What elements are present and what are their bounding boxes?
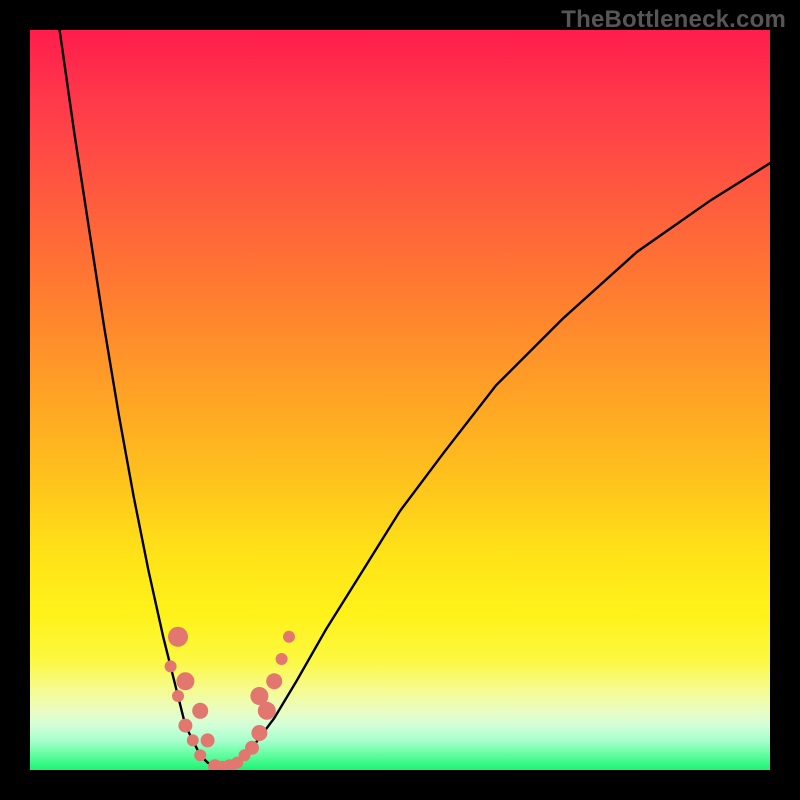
data-point [192,703,208,719]
watermark-label: TheBottleneck.com [561,6,786,34]
data-point [201,733,215,747]
data-point [283,631,295,643]
data-point [245,741,259,755]
data-point [176,672,194,690]
data-point [165,660,177,672]
data-point [178,719,192,733]
data-point [194,749,206,761]
marker-layer [165,627,295,770]
data-point [172,690,184,702]
data-point [251,725,267,741]
data-point [168,627,188,647]
curve-layer [60,30,770,768]
data-point [187,734,199,746]
chart-overlay [30,30,770,770]
data-point [258,702,276,720]
data-point [266,673,282,689]
bottleneck-curve [60,30,770,768]
data-point [276,653,288,665]
